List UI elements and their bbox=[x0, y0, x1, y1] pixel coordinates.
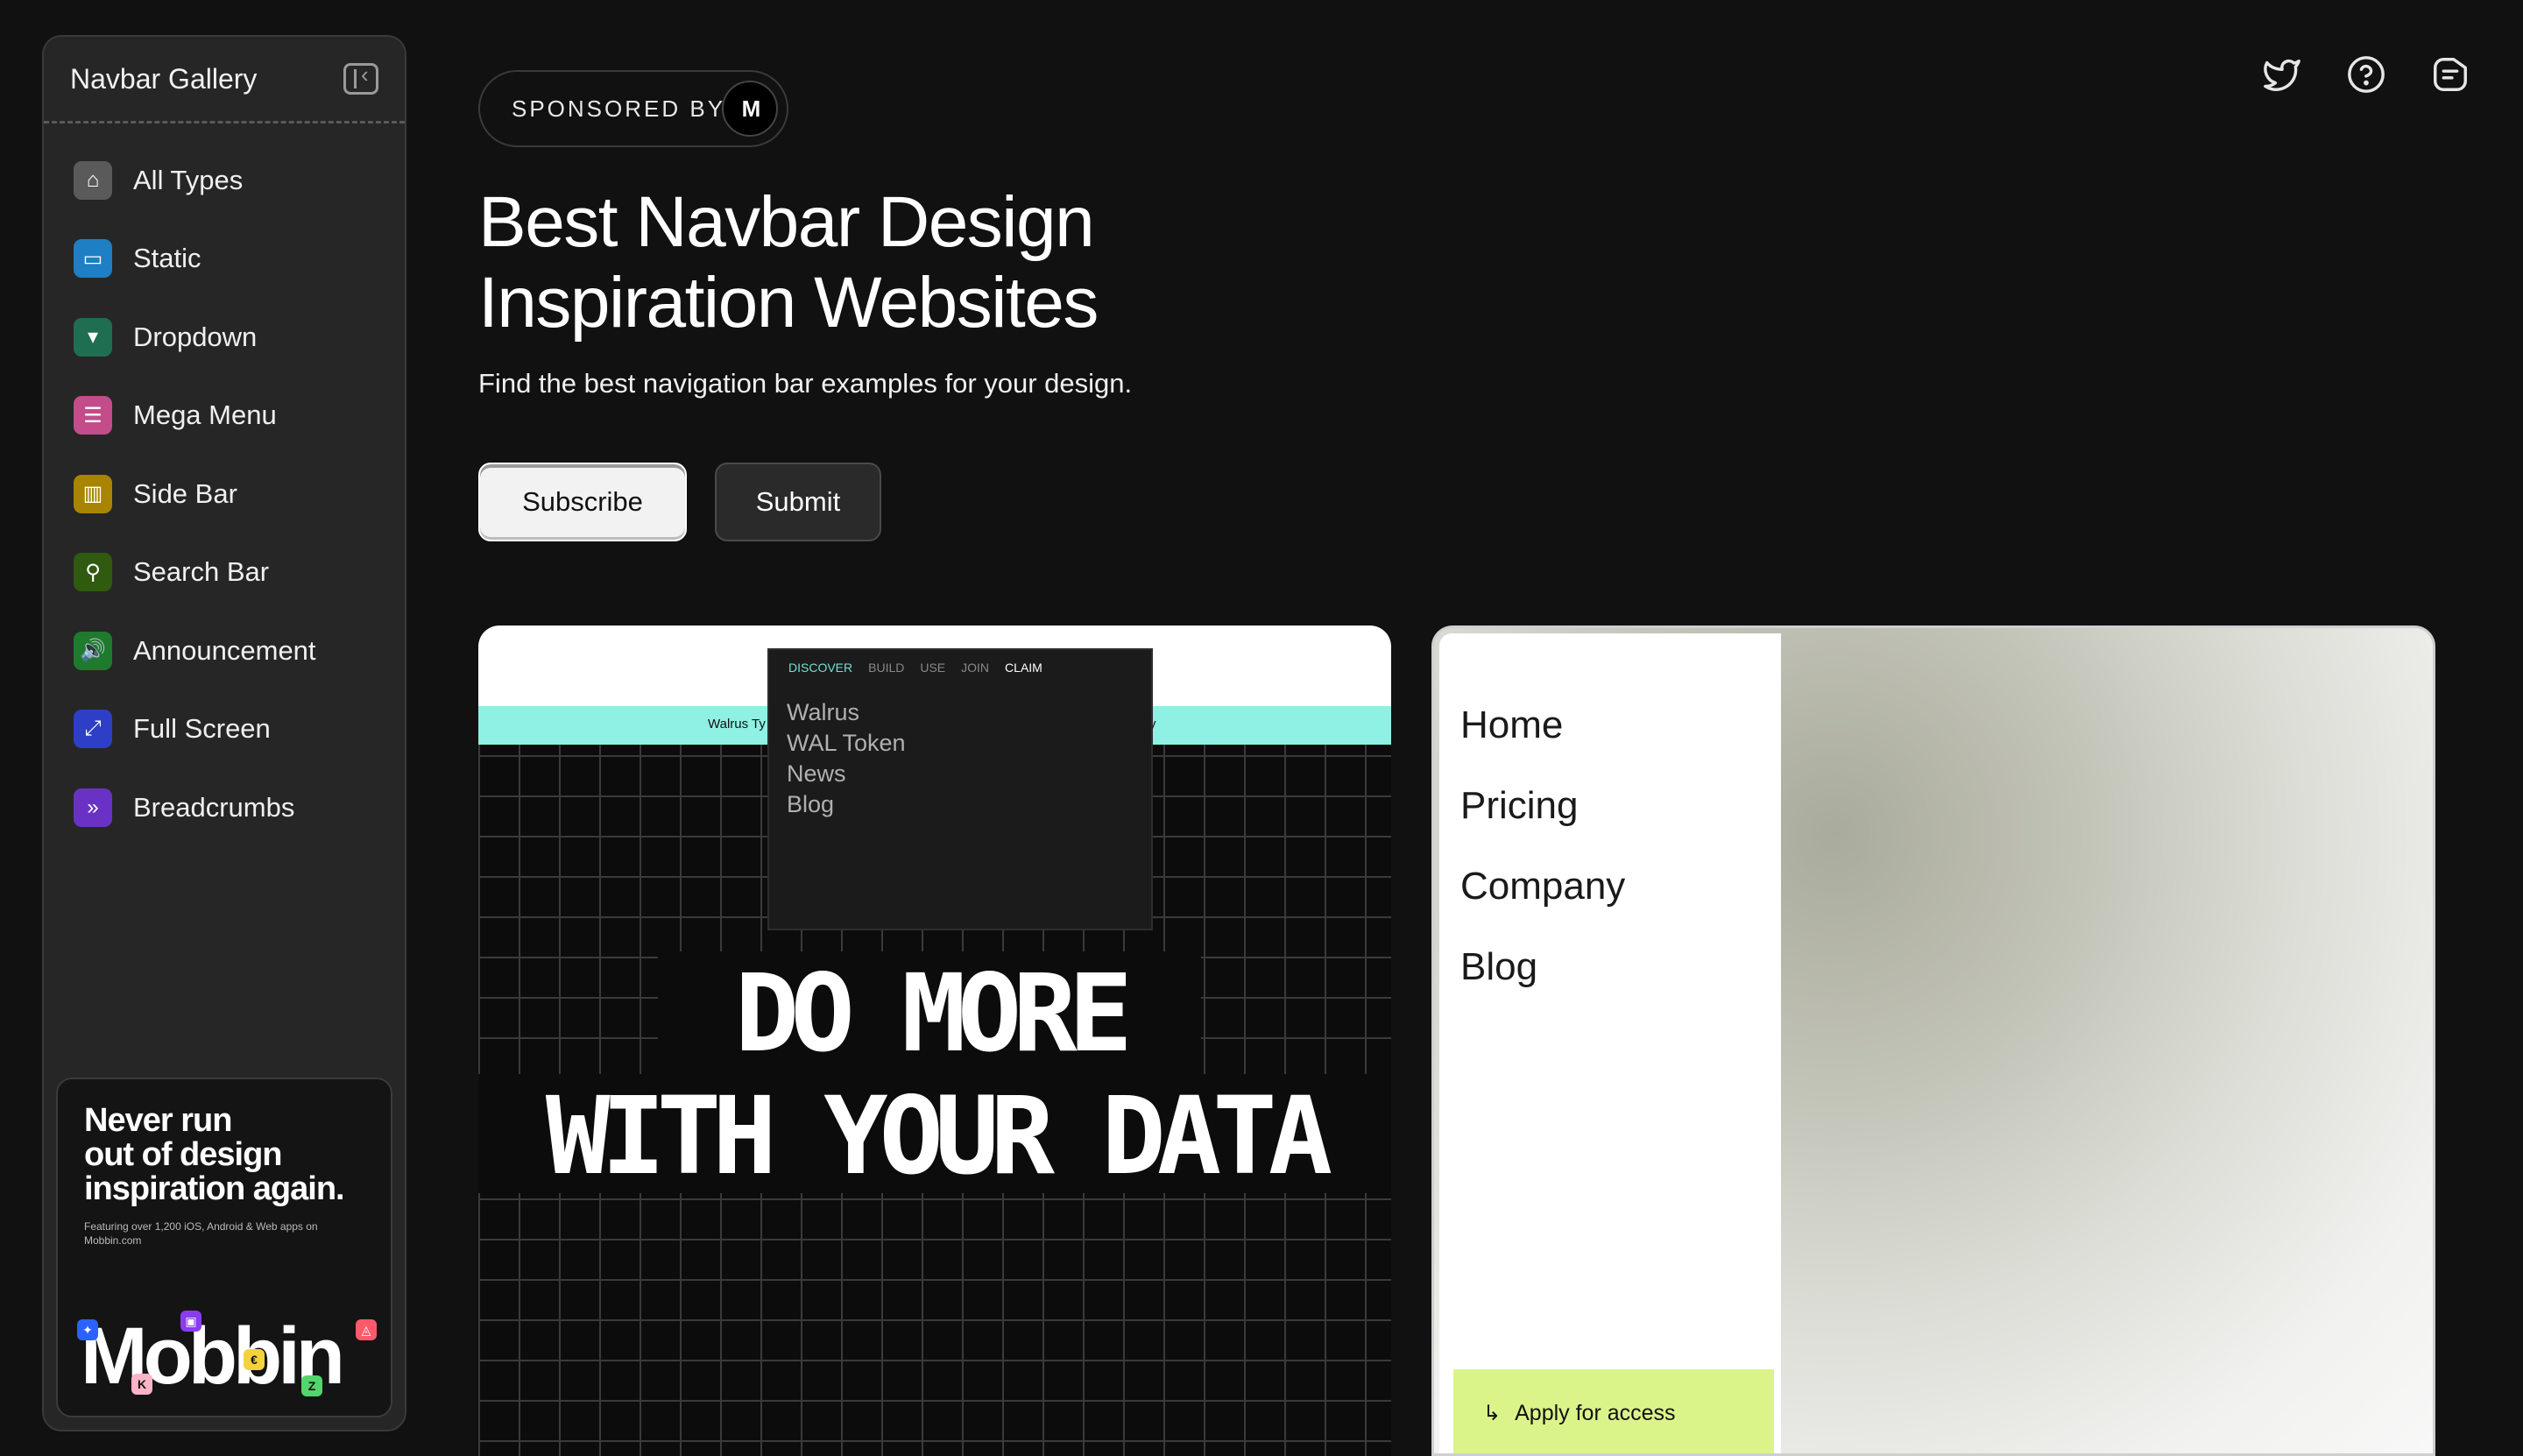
side-bar-icon: ▥ bbox=[74, 474, 112, 513]
sidebar-item-label: Mega Menu bbox=[133, 399, 277, 431]
feedback-icon[interactable] bbox=[2430, 54, 2470, 95]
card1-nav-item[interactable]: BUILD bbox=[868, 661, 904, 675]
sidebar-item-breadcrumbs[interactable]: » Breadcrumbs bbox=[44, 768, 405, 847]
sidebar-item-search-bar[interactable]: ⚲ Search Bar bbox=[44, 534, 405, 612]
search-icon: ⚲ bbox=[74, 553, 112, 592]
card2-nav-link[interactable]: Pricing bbox=[1460, 784, 1579, 828]
page-title: Best Navbar Design Inspiration Websites bbox=[478, 182, 1099, 343]
card1-headline-2: WITH YOUR DATA bbox=[478, 1074, 1391, 1198]
sidebar-item-label: All Types bbox=[133, 164, 244, 195]
collapse-sidebar-icon[interactable] bbox=[343, 61, 378, 95]
sidebar-nav: ⌂ All Types ▭ Static ▾ Dropdown ☰ Mega Menu ▥ Sid… bbox=[44, 124, 405, 847]
home-icon: ⌂ bbox=[74, 160, 112, 200]
sidebar-item-full-screen[interactable]: ⤢ Full Screen bbox=[44, 690, 405, 769]
return-arrow-icon: ↳ bbox=[1483, 1401, 1502, 1425]
card2-nav-link[interactable]: Blog bbox=[1460, 945, 1537, 989]
promo-title: Never run out of design inspiration agai… bbox=[84, 1102, 345, 1207]
subscribe-button[interactable]: Subscribe bbox=[478, 463, 687, 541]
speaker-icon: 🔊 bbox=[74, 631, 112, 670]
sidebar-item-label: Search Bar bbox=[133, 556, 270, 588]
sidebar-item-label: Side Bar bbox=[133, 477, 237, 509]
card1-menu-link[interactable]: Walrus bbox=[787, 697, 1151, 728]
card1-nav: DISCOVER BUILD USE JOIN CLAIM bbox=[769, 650, 1151, 675]
card2-nav-panel: ↳ Apply for access Home Pricing Company Blo… bbox=[1439, 633, 1781, 1453]
help-icon[interactable] bbox=[2346, 54, 2386, 95]
klarna-badge-icon: K bbox=[131, 1374, 152, 1395]
dropdown-window-icon: ▾ bbox=[74, 317, 112, 357]
apply-label: Apply for access bbox=[1515, 1400, 1676, 1425]
card2-nav-link[interactable]: Home bbox=[1460, 703, 1563, 747]
sidebar-item-side-bar[interactable]: ▥ Side Bar bbox=[44, 455, 405, 534]
twitter-icon[interactable] bbox=[2262, 54, 2302, 95]
card1-menu-links: Walrus WAL Token News Blog bbox=[769, 675, 1151, 820]
sidebar-item-static[interactable]: ▭ Static bbox=[44, 220, 405, 299]
sidebar-item-label: Dropdown bbox=[133, 321, 258, 352]
card1-menu-link[interactable]: Blog bbox=[787, 789, 1151, 820]
promo-subtitle: Featuring over 1,200 iOS, Android & Web … bbox=[84, 1220, 318, 1247]
sidebar-title: Navbar Gallery bbox=[70, 62, 258, 95]
sidebar-item-dropdown[interactable]: ▾ Dropdown bbox=[44, 298, 405, 377]
sidebar-item-label: Announcement bbox=[133, 634, 316, 666]
submit-button[interactable]: Submit bbox=[715, 463, 881, 541]
green-badge-icon: Z bbox=[301, 1375, 322, 1396]
sidebar-item-announcement[interactable]: 🔊 Announcement bbox=[44, 611, 405, 690]
twitch-badge-icon: ▣ bbox=[180, 1311, 201, 1332]
sidebar-item-label: Breadcrumbs bbox=[133, 791, 295, 823]
apply-for-access-button[interactable]: ↳ Apply for access bbox=[1453, 1369, 1774, 1453]
sidebar-item-all-types[interactable]: ⌂ All Types bbox=[44, 141, 405, 220]
card1-nav-item[interactable]: JOIN bbox=[961, 661, 989, 675]
navbar-preview-card-walrus[interactable]: Walrus Ty y DISCOVERBUILDUSEJOINCLAIM Wa… bbox=[478, 626, 1391, 1456]
card1-banner-text: Walrus Ty bbox=[708, 717, 766, 732]
airbnb-badge-icon: ◬ bbox=[356, 1319, 377, 1340]
card2-nav-link[interactable]: Company bbox=[1460, 865, 1625, 908]
sponsor-pill[interactable]: SPONSORED BY M bbox=[478, 70, 788, 147]
double-chevron-icon: » bbox=[74, 788, 112, 827]
top-icon-bar bbox=[2262, 54, 2470, 95]
browser-window-icon: ▭ bbox=[74, 239, 112, 279]
card1-dropdown-menu: DISCOVER BUILD USE JOIN CLAIM Walrus WAL Toke… bbox=[767, 648, 1153, 930]
sidebar-item-mega-menu[interactable]: ☰ Mega Menu bbox=[44, 377, 405, 456]
dropbox-badge-icon: ✦ bbox=[77, 1319, 98, 1340]
navbar-preview-card-sidebar[interactable]: ↳ Apply for access Home Pricing Company Blo… bbox=[1431, 626, 2435, 1456]
sponsor-label: SPONSORED BY bbox=[512, 95, 726, 122]
card1-headline-1: DO MORE bbox=[658, 951, 1201, 1076]
card1-menu-link[interactable]: News bbox=[787, 759, 1151, 789]
sponsor-logo[interactable]: M bbox=[722, 81, 778, 137]
sidebar-header: Navbar Gallery bbox=[44, 37, 405, 124]
coin-badge-icon: € bbox=[244, 1349, 265, 1370]
sidebar: Navbar Gallery ⌂ All Types ▭ Static ▾ Dropdow… bbox=[42, 35, 406, 1431]
card1-nav-item[interactable]: USE bbox=[920, 661, 945, 675]
page-subtitle: Find the best navigation bar examples fo… bbox=[478, 368, 1133, 399]
card1-nav-item[interactable]: DISCOVER bbox=[788, 661, 852, 675]
card1-nav-item[interactable]: CLAIM bbox=[1005, 661, 1042, 675]
sidebar-item-label: Static bbox=[133, 243, 201, 274]
expand-icon: ⤢ bbox=[74, 710, 112, 749]
mega-menu-icon: ☰ bbox=[74, 396, 112, 435]
mobbin-promo-card[interactable]: Never run out of design inspiration agai… bbox=[56, 1078, 392, 1417]
card1-menu-link[interactable]: WAL Token bbox=[787, 728, 1151, 759]
sidebar-item-label: Full Screen bbox=[133, 713, 271, 745]
